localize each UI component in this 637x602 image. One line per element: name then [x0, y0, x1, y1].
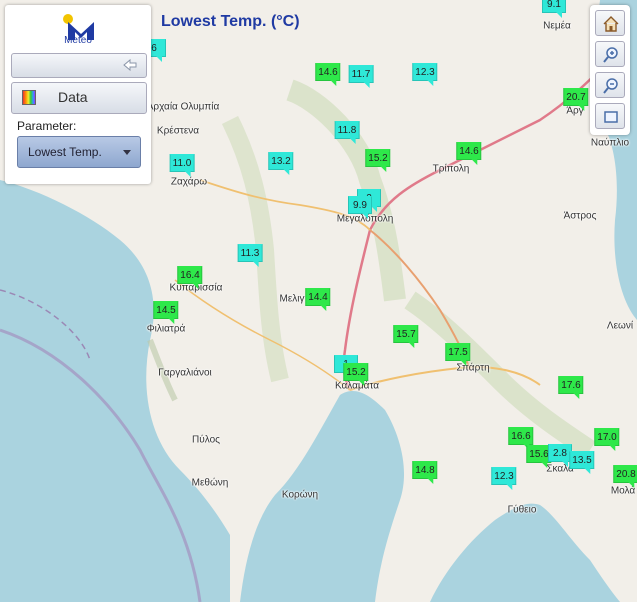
temperature-marker[interactable]: 13.5: [569, 451, 595, 474]
temperature-marker[interactable]: 17.0: [594, 428, 620, 451]
temperature-marker[interactable]: 14.8: [412, 461, 438, 484]
parameter-label: Parameter:: [17, 119, 77, 133]
temperature-marker[interactable]: 15.7: [393, 325, 419, 348]
temperature-marker[interactable]: 14.6: [456, 142, 482, 165]
place-label: Καλαμάτα: [334, 380, 380, 392]
place-label: Γύθειο: [507, 504, 537, 516]
place-label: Μελιγ: [279, 293, 305, 305]
home-icon: [603, 16, 619, 32]
place-label: Άστρος: [563, 210, 597, 222]
place-label: Κορώνη: [281, 489, 319, 501]
place-label: Φιλιατρά: [146, 323, 186, 335]
temperature-marker[interactable]: 12.3: [412, 63, 438, 86]
temperature-marker[interactable]: 12.3: [491, 467, 517, 490]
temperature-marker[interactable]: 17.5: [445, 343, 471, 366]
chevron-down-icon: [123, 150, 131, 155]
control-panel: Meteo Data Parameter: Lowest Temp.: [5, 5, 151, 184]
place-label: Λεωνί: [606, 320, 634, 332]
place-label: Γαργαλιάνοι: [158, 367, 212, 379]
temperature-marker[interactable]: 13.2: [268, 152, 294, 175]
place-label: Τρίπολη: [432, 163, 470, 175]
collapse-panel-button[interactable]: [11, 53, 147, 78]
temperature-marker[interactable]: 9.1: [542, 0, 566, 18]
temperature-marker[interactable]: 11.0: [169, 154, 195, 177]
arrow-left-icon: [123, 58, 137, 72]
map-toolbar: [590, 5, 630, 135]
home-button[interactable]: [595, 10, 625, 36]
temperature-marker[interactable]: 20.8: [613, 465, 637, 488]
full-extent-button[interactable]: [595, 103, 625, 129]
place-label: Νεμέα: [543, 20, 571, 32]
temperature-marker[interactable]: 14.4: [305, 288, 331, 311]
temperature-marker[interactable]: 14.6: [315, 63, 341, 86]
zoom-out-icon: [603, 78, 618, 94]
temperature-marker[interactable]: 14.5: [153, 301, 179, 324]
temperature-marker[interactable]: 9.9: [348, 196, 372, 219]
data-button-label: Data: [58, 89, 88, 105]
place-label: Αρχαία Ολυμπία: [146, 101, 220, 113]
temperature-marker[interactable]: 11.3: [237, 244, 263, 267]
temperature-marker[interactable]: 11.7: [348, 65, 374, 88]
temperature-marker[interactable]: 20.7: [563, 88, 589, 111]
temperature-marker[interactable]: 15.2: [365, 149, 391, 172]
parameter-select[interactable]: Lowest Temp.: [17, 136, 141, 168]
place-label: Κρέστενα: [156, 125, 200, 137]
zoom-out-button[interactable]: [595, 72, 625, 98]
color-palette-icon: [22, 90, 36, 105]
place-label: Μεθώνη: [191, 477, 229, 489]
place-label: Πύλος: [192, 434, 220, 446]
temperature-marker[interactable]: 16.4: [177, 266, 203, 289]
map-title: Lowest Temp. (°C): [161, 13, 300, 30]
temperature-marker[interactable]: 11.8: [334, 121, 360, 144]
temperature-marker[interactable]: 17.6: [558, 376, 584, 399]
logo-text: Meteo: [64, 35, 92, 46]
place-label: Ναύπλιο: [590, 137, 630, 149]
data-button[interactable]: Data: [11, 82, 147, 114]
place-label: Ζαχάρω: [170, 176, 208, 188]
zoom-in-button[interactable]: [595, 41, 625, 67]
parameter-select-value: Lowest Temp.: [28, 145, 102, 159]
temperature-marker[interactable]: 16.6: [508, 427, 534, 450]
extent-icon: [604, 111, 618, 123]
temperature-marker[interactable]: 15.2: [343, 363, 369, 386]
zoom-in-icon: [603, 47, 618, 63]
